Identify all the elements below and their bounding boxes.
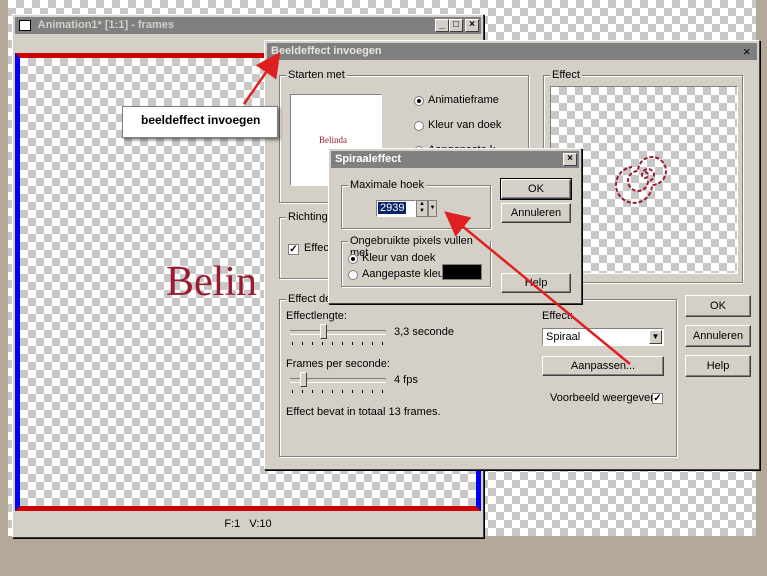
unused-pixels-group: Ongebruikte pixels vullen met Kleur van …	[341, 235, 491, 287]
spiral-help-label: Help	[524, 277, 548, 289]
animation-window-titlebar[interactable]: Animation1* [1:1] - frames	[15, 17, 481, 34]
spiral-radio-canvas[interactable]	[348, 254, 358, 264]
canvas-text: Belin	[166, 259, 257, 305]
customize-button-label: Aanpassen...	[570, 360, 636, 372]
spiral-help-button[interactable]: Help	[501, 273, 571, 293]
custom-color-swatch[interactable]	[442, 264, 482, 280]
preview-check-label: Voorbeeld weergeven	[550, 392, 657, 404]
insert-close-icon[interactable]: ×	[743, 44, 751, 59]
effect-select-value: Spiraal	[546, 331, 581, 343]
insert-ok-button[interactable]: OK	[685, 295, 751, 317]
max-angle-dropdown-icon[interactable]: ▼	[428, 200, 437, 217]
preview-checkbox[interactable]: ✓	[652, 393, 663, 404]
maximize-icon[interactable]: □	[449, 19, 463, 32]
start-preview-text: Belinda	[319, 135, 347, 145]
insert-effect-title: Beeldeffect invoegen	[271, 45, 382, 57]
max-angle-input[interactable]: 2939	[376, 200, 416, 217]
insert-cancel-button[interactable]: Annuleren	[685, 325, 751, 347]
spiral-radio-custom[interactable]	[348, 270, 358, 280]
callout-box: beeldeffect invoegen	[122, 106, 278, 138]
direction-checkbox[interactable]: ✓	[288, 244, 299, 255]
max-angle-value: 2939	[378, 202, 407, 214]
customize-button[interactable]: Aanpassen...	[542, 356, 664, 376]
spiral-ok-button[interactable]: OK	[500, 178, 572, 200]
spiral-preview-icon	[615, 156, 667, 204]
insert-help-label: Help	[706, 360, 730, 372]
max-angle-spinner[interactable]: ▲ ▼	[416, 200, 428, 217]
radio-animframe-label: Animatieframe	[428, 94, 499, 106]
effect-length-track[interactable]	[290, 330, 386, 335]
spiral-ok-label: OK	[528, 183, 544, 195]
spiral-cancel-button[interactable]: Annuleren	[501, 203, 571, 223]
fps-ticks	[292, 390, 388, 393]
effect-preview-label: Effect	[550, 69, 582, 81]
insert-effect-titlebar[interactable]: Beeldeffect invoegen	[267, 43, 757, 60]
radio-canvas-color-label: Kleur van doek	[428, 119, 502, 131]
direction-group-label: Richting	[286, 211, 330, 223]
effect-length-ticks	[292, 342, 388, 345]
animation-window-title: Animation1* [1:1] - frames	[37, 19, 174, 31]
status-bar: F:1 V:10	[15, 515, 481, 533]
frames-total: Effect bevat in totaal 13 frames.	[286, 406, 441, 418]
effect-length-value: 3,3 seconde	[394, 326, 454, 338]
spiral-titlebar[interactable]: Spiraaleffect	[331, 151, 579, 168]
radio-animframe[interactable]	[414, 96, 424, 106]
fps-thumb[interactable]	[300, 372, 307, 387]
effect-length-label: Effectlengte:	[286, 310, 347, 322]
spiral-title: Spiraaleffect	[335, 153, 402, 165]
insert-cancel-label: Annuleren	[692, 330, 744, 342]
status-frame: F:1	[224, 518, 241, 530]
spiral-cancel-label: Annuleren	[510, 207, 562, 219]
insert-ok-label: OK	[710, 300, 726, 312]
app-icon	[19, 19, 31, 31]
spiral-radio-canvas-label: Kleur van doek	[362, 252, 436, 264]
minimize-icon[interactable]: _	[435, 19, 449, 32]
spiral-close-icon[interactable]: ×	[563, 153, 577, 166]
max-angle-label: Maximale hoek	[348, 179, 426, 191]
status-view: V:10	[249, 518, 272, 530]
effect-definition-group: Effect defi Effectlengte: 3,3 seconde Fr…	[279, 293, 677, 457]
spiral-effect-dialog: Spiraaleffect × Maximale hoek 2939 ▲ ▼ ▼ …	[328, 148, 582, 304]
desktop-bottom-area	[8, 536, 756, 565]
close-icon[interactable]: ×	[465, 19, 479, 32]
fps-label: Frames per seconde:	[286, 358, 390, 370]
radio-canvas-color[interactable]	[414, 121, 424, 131]
effect-length-thumb[interactable]	[320, 324, 327, 339]
spiral-radio-custom-label: Aangepaste kleur	[362, 268, 448, 280]
insert-help-button[interactable]: Help	[685, 355, 751, 377]
max-angle-group: Maximale hoek 2939 ▲ ▼ ▼	[341, 179, 491, 229]
callout-text: beeldeffect invoegen	[141, 113, 261, 127]
fps-value: 4 fps	[394, 374, 418, 386]
start-group-label: Starten met	[286, 69, 347, 81]
effect-select-label: Effect:	[542, 310, 573, 322]
chevron-down-icon[interactable]: ▼	[649, 330, 662, 344]
effect-select[interactable]: Spiraal ▼	[542, 328, 664, 346]
